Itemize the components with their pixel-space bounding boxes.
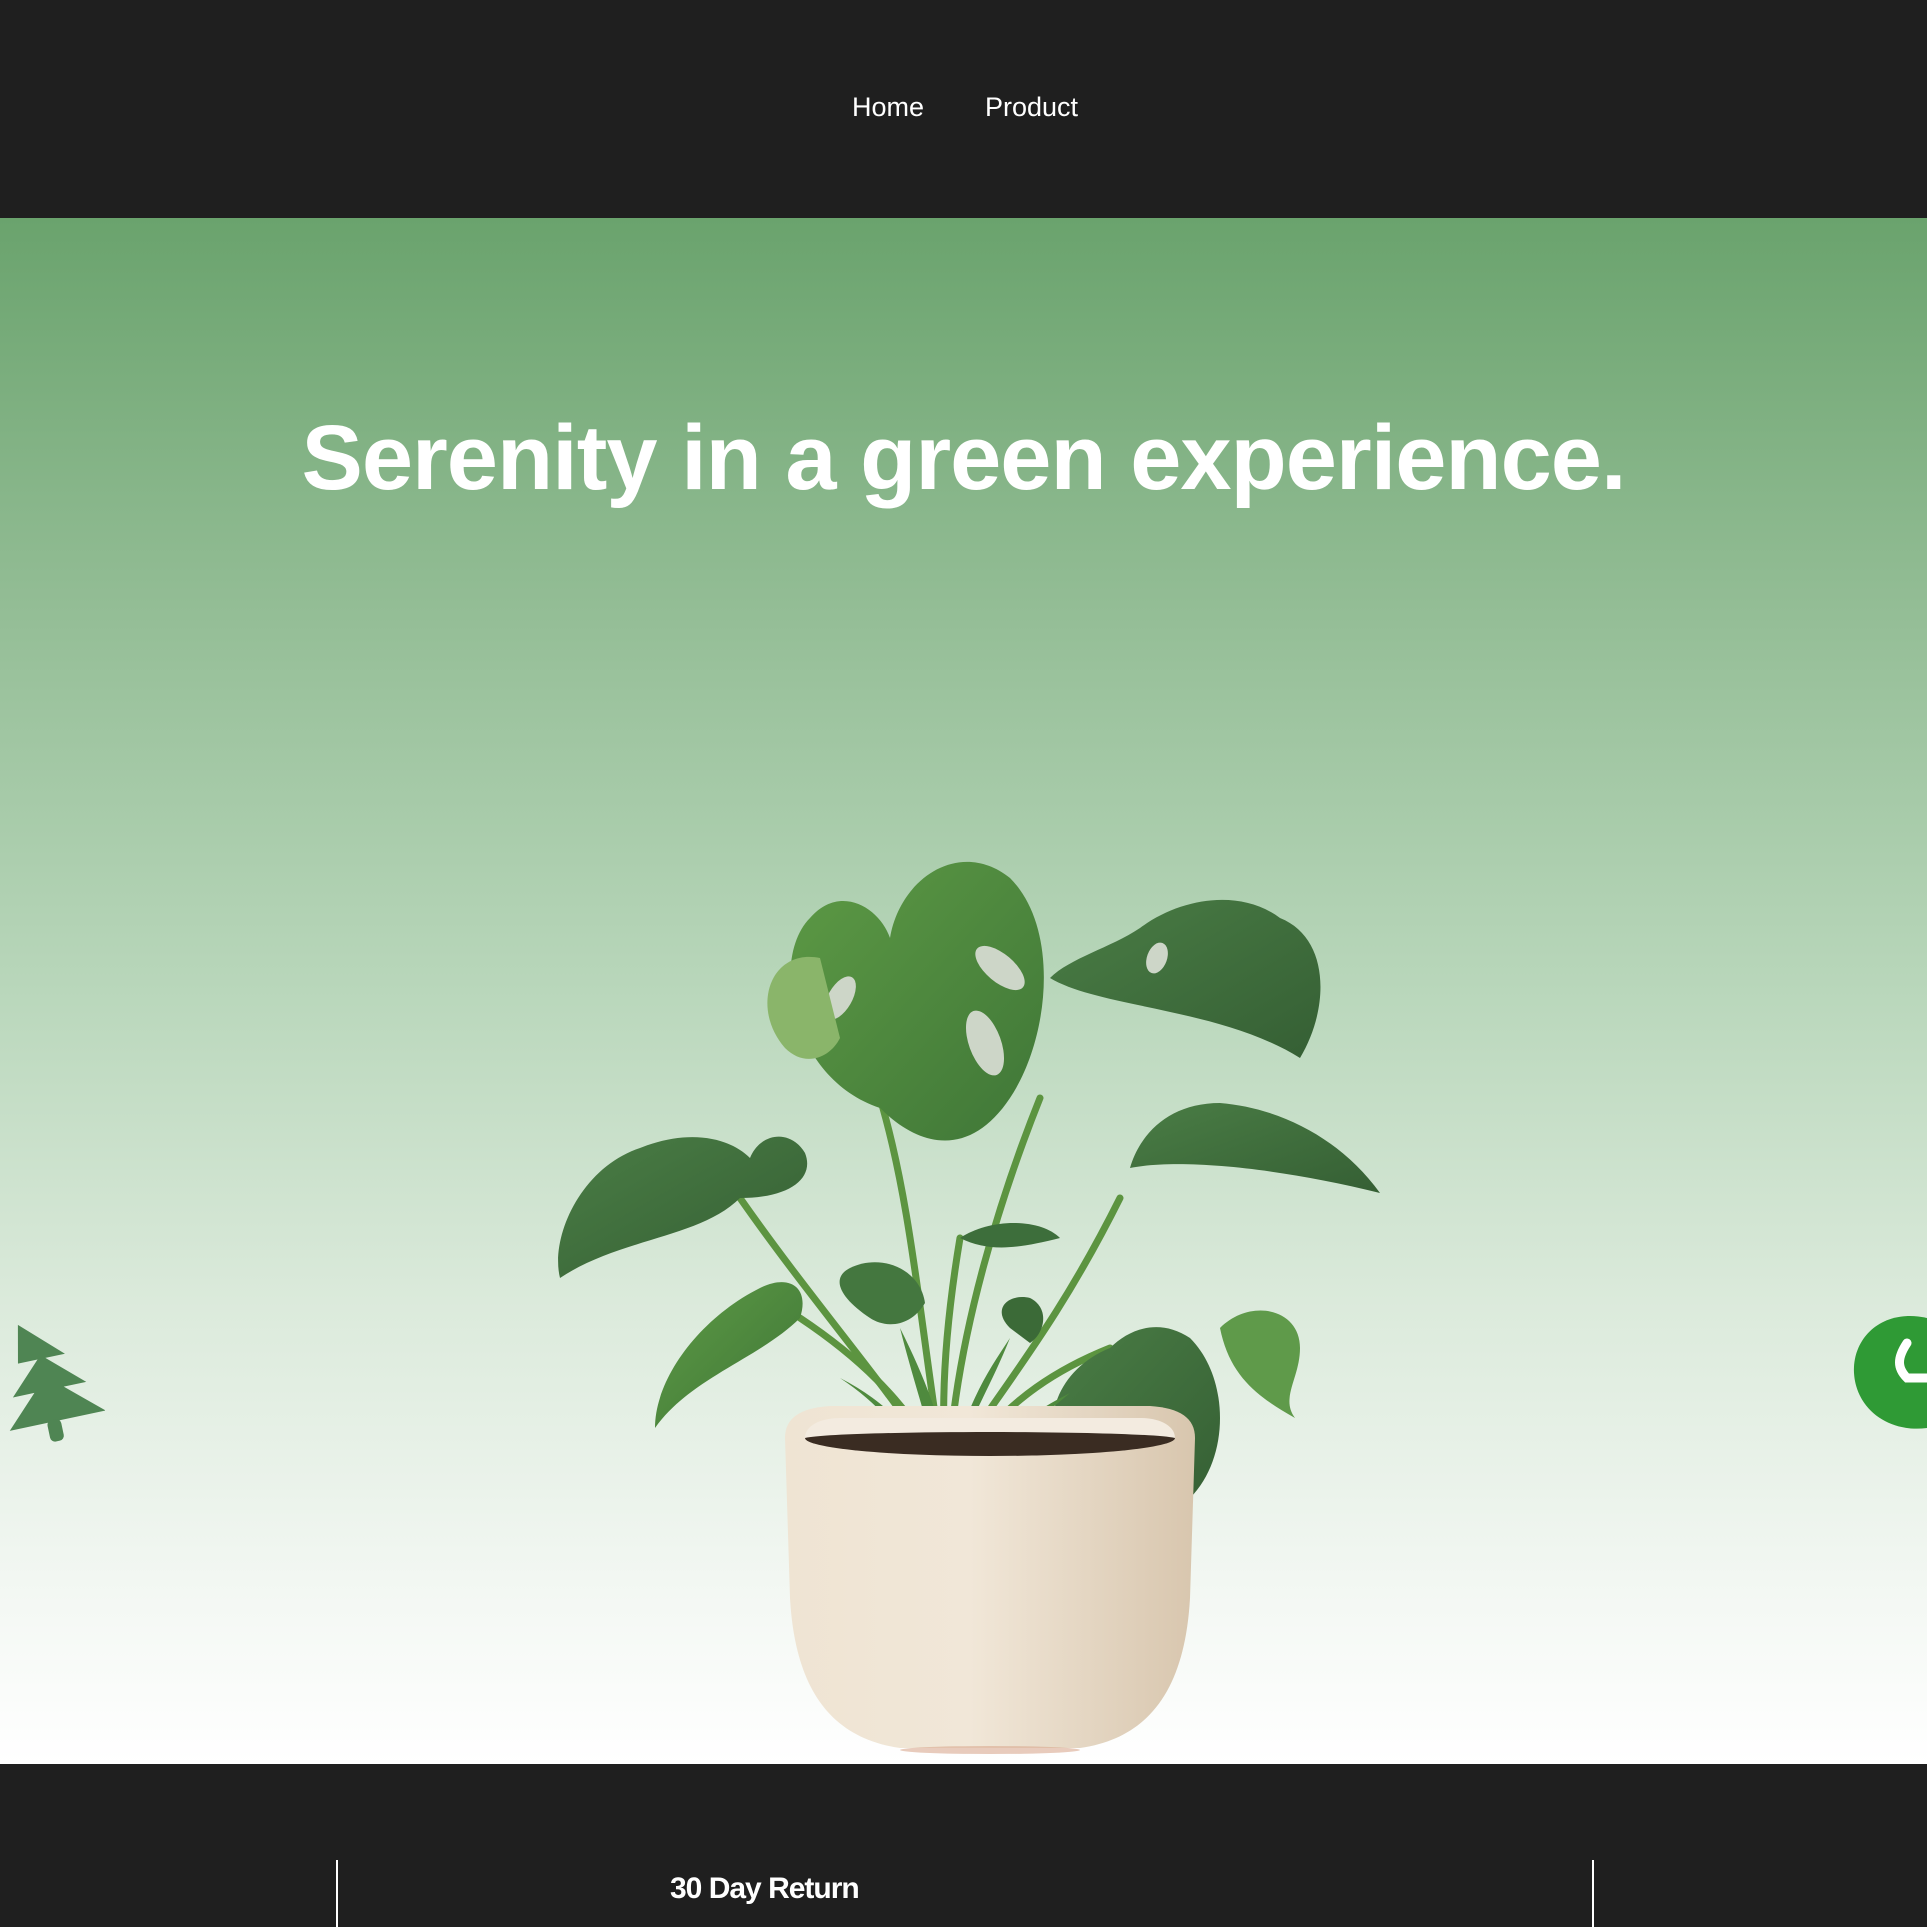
nav-link-product[interactable]: Product [985,90,1078,124]
tree-icon [9,1324,105,1442]
feature-title-return: 30 Day Return [670,1872,860,1905]
top-navbar: Home Product [0,0,1927,218]
features-section: 30 Day Return [0,1764,1927,1927]
hero-section: Serenity in a green experience. [0,218,1927,1764]
plant-image [558,861,1380,1754]
feature-divider [1592,1860,1594,1927]
page: Home Product Serenity in a green experie… [0,0,1927,1927]
hero-title: Serenity in a green experience. [301,407,1626,509]
nav-link-home[interactable]: Home [852,90,924,124]
leaf-icon [1853,1316,1927,1429]
feature-divider [336,1860,338,1927]
